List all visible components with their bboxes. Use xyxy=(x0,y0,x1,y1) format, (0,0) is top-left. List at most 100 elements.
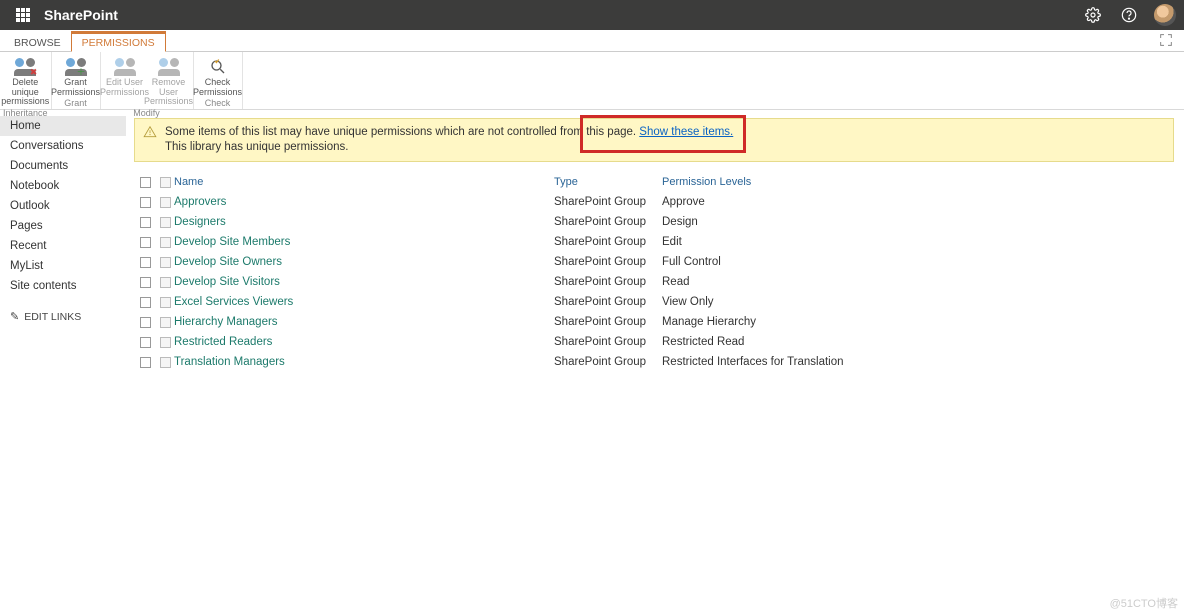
check-permissions-button[interactable]: CheckPermissions xyxy=(197,54,239,97)
principal-name-link[interactable]: Develop Site Members xyxy=(174,236,290,248)
table-row: Develop Site Members SharePoint GroupEdit xyxy=(134,232,1174,252)
principal-name-link[interactable]: Develop Site Owners xyxy=(174,256,282,268)
quick-launch-sidebar: HomeConversationsDocumentsNotebookOutloo… xyxy=(0,110,126,382)
group-icon xyxy=(160,197,171,208)
ribbon-group-check: Check xyxy=(205,98,231,108)
group-icon xyxy=(160,317,171,328)
permission-levels: Edit xyxy=(662,236,1174,248)
row-checkbox[interactable] xyxy=(140,217,151,228)
focus-content-button[interactable] xyxy=(1158,32,1174,51)
settings-button[interactable] xyxy=(1082,4,1104,26)
tab-browse[interactable]: BROWSE xyxy=(4,34,71,51)
warning-icon xyxy=(143,125,157,144)
principal-type: SharePoint Group xyxy=(554,216,662,228)
permission-levels: Manage Hierarchy xyxy=(662,316,1174,328)
app-launcher[interactable] xyxy=(8,8,38,22)
row-checkbox[interactable] xyxy=(140,257,151,268)
row-checkbox[interactable] xyxy=(140,237,151,248)
permission-levels: Design xyxy=(662,216,1174,228)
grant-permissions-button[interactable]: ＋ GrantPermissions xyxy=(55,54,97,97)
sidebar-item-pages[interactable]: Pages xyxy=(0,216,126,236)
sidebar-item-mylist[interactable]: MyList xyxy=(0,256,126,276)
principal-name-link[interactable]: Excel Services Viewers xyxy=(174,296,293,308)
show-these-items-link[interactable]: Show these items. xyxy=(639,126,733,138)
table-row: Designers SharePoint GroupDesign xyxy=(134,212,1174,232)
group-icon xyxy=(160,257,171,268)
suite-title: SharePoint xyxy=(44,7,118,23)
gear-icon xyxy=(1085,7,1101,23)
sidebar-item-home[interactable]: Home xyxy=(0,116,126,136)
permission-levels: Restricted Interfaces for Translation xyxy=(662,356,1174,368)
help-icon xyxy=(1121,7,1137,23)
principal-name-link[interactable]: Develop Site Visitors xyxy=(174,276,280,288)
edit-links-button[interactable]: EDIT LINKS xyxy=(0,306,126,327)
select-all-checkbox[interactable] xyxy=(140,177,151,188)
principal-name-link[interactable]: Translation Managers xyxy=(174,356,285,368)
group-icon xyxy=(160,337,171,348)
remove-user-permissions-button[interactable]: Remove UserPermissions xyxy=(148,54,190,107)
column-header-permission-levels[interactable]: Permission Levels xyxy=(662,176,1174,188)
column-header-type[interactable]: Type xyxy=(554,176,662,188)
people-add-icon: ＋ xyxy=(64,58,88,76)
tab-permissions[interactable]: PERMISSIONS xyxy=(71,33,166,52)
principal-name-link[interactable]: Restricted Readers xyxy=(174,336,272,348)
table-row: Translation Managers SharePoint GroupRest… xyxy=(134,352,1174,372)
sidebar-item-site-contents[interactable]: Site contents xyxy=(0,276,126,296)
table-row: Approvers SharePoint GroupApprove xyxy=(134,192,1174,212)
principal-type: SharePoint Group xyxy=(554,336,662,348)
table-row: Develop Site Owners SharePoint GroupFull … xyxy=(134,252,1174,272)
principal-type: SharePoint Group xyxy=(554,256,662,268)
table-row: Excel Services Viewers SharePoint GroupVi… xyxy=(134,292,1174,312)
people-edit-icon xyxy=(113,58,137,76)
group-icon xyxy=(160,357,171,368)
principal-type: SharePoint Group xyxy=(554,236,662,248)
principal-type: SharePoint Group xyxy=(554,196,662,208)
table-row: Hierarchy Managers SharePoint GroupManage… xyxy=(134,312,1174,332)
group-icon xyxy=(160,217,171,228)
row-checkbox[interactable] xyxy=(140,197,151,208)
principal-name-link[interactable]: Hierarchy Managers xyxy=(174,316,278,328)
principal-type: SharePoint Group xyxy=(554,316,662,328)
table-row: Develop Site Visitors SharePoint GroupRea… xyxy=(134,272,1174,292)
permission-levels: Full Control xyxy=(662,256,1174,268)
row-checkbox[interactable] xyxy=(140,337,151,348)
group-icon xyxy=(160,277,171,288)
principal-name-link[interactable]: Approvers xyxy=(174,196,226,208)
row-checkbox[interactable] xyxy=(140,357,151,368)
row-checkbox[interactable] xyxy=(140,297,151,308)
permission-levels: Restricted Read xyxy=(662,336,1174,348)
sidebar-item-documents[interactable]: Documents xyxy=(0,156,126,176)
table-row: Restricted Readers SharePoint GroupRestri… xyxy=(134,332,1174,352)
focus-icon xyxy=(1158,32,1174,48)
permissions-notification: Some items of this list may have unique … xyxy=(134,118,1174,162)
principal-name-link[interactable]: Designers xyxy=(174,216,226,228)
waffle-icon xyxy=(16,8,30,22)
permission-levels: Read xyxy=(662,276,1174,288)
row-checkbox[interactable] xyxy=(140,277,151,288)
check-permissions-icon xyxy=(209,56,227,78)
sidebar-item-conversations[interactable]: Conversations xyxy=(0,136,126,156)
group-icon xyxy=(160,297,171,308)
sidebar-item-recent[interactable]: Recent xyxy=(0,236,126,256)
group-icon xyxy=(160,237,171,248)
people-delete-icon: ✖ xyxy=(13,58,37,76)
column-header-name[interactable]: Name xyxy=(174,176,554,188)
help-button[interactable] xyxy=(1118,4,1140,26)
watermark: @51CTO博客 xyxy=(1110,595,1178,611)
row-checkbox[interactable] xyxy=(140,317,151,328)
type-icon-header xyxy=(160,177,171,188)
principal-type: SharePoint Group xyxy=(554,296,662,308)
people-remove-icon xyxy=(157,58,181,76)
principal-type: SharePoint Group xyxy=(554,356,662,368)
sidebar-item-outlook[interactable]: Outlook xyxy=(0,196,126,216)
edit-user-permissions-button[interactable]: Edit UserPermissions xyxy=(104,54,146,97)
sidebar-item-notebook[interactable]: Notebook xyxy=(0,176,126,196)
notif-text-1: Some items of this list may have unique … xyxy=(165,126,639,138)
user-avatar[interactable] xyxy=(1154,4,1176,26)
ribbon-group-grant: Grant xyxy=(64,98,87,108)
principal-type: SharePoint Group xyxy=(554,276,662,288)
notif-text-2: This library has unique permissions. xyxy=(165,141,348,153)
permission-levels: View Only xyxy=(662,296,1174,308)
delete-unique-permissions-button[interactable]: ✖ Delete uniquepermissions xyxy=(4,54,46,107)
permission-levels: Approve xyxy=(662,196,1174,208)
